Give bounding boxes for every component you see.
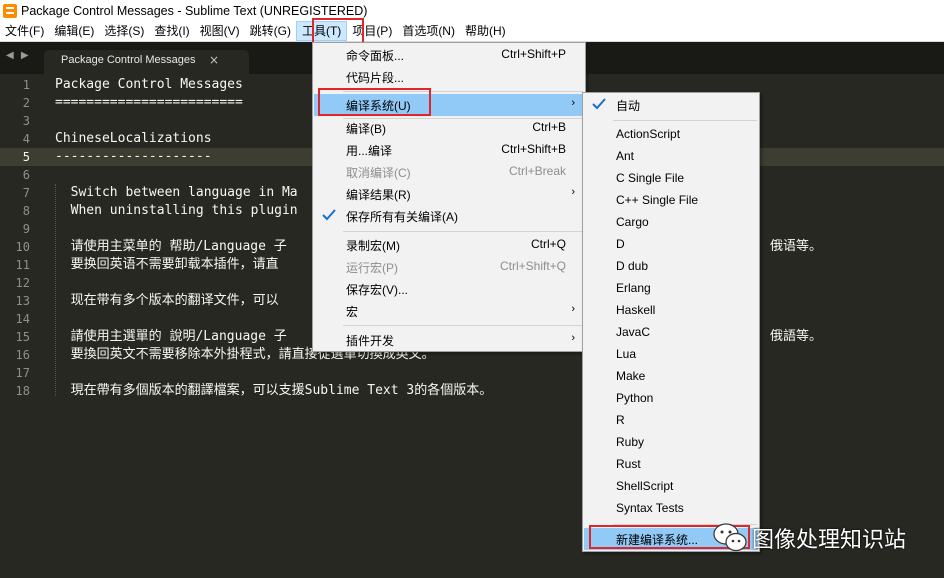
tab-close-icon[interactable]: × <box>209 53 219 67</box>
tab-label: Package Control Messages <box>61 54 196 66</box>
code-line: 要换回英语不需要卸载本插件，请直 <box>55 257 279 272</box>
line-number: 10 <box>15 240 30 254</box>
code-line: Package Control Messages <box>55 77 243 92</box>
build-item[interactable]: ActionScript <box>584 124 758 146</box>
line-number: 12 <box>15 276 30 290</box>
code-line: 請使用主選單的 說明/Language 子 <box>55 329 287 344</box>
code-line: 请使用主菜单的 帮助/Language 子 <box>55 239 287 254</box>
menu-separator <box>343 231 583 232</box>
menu-item-developer[interactable]: 插件开发 › <box>314 329 584 351</box>
menu-find[interactable]: 查找(I) <box>149 21 194 41</box>
build-item-automatic[interactable]: 自动 <box>584 94 758 116</box>
line-number: 4 <box>22 132 30 146</box>
build-item[interactable]: Ant <box>584 146 758 168</box>
build-item[interactable]: Ruby <box>584 432 758 454</box>
code-line: When uninstalling this plugin <box>55 203 298 218</box>
menu-selection[interactable]: 选择(S) <box>99 21 149 41</box>
menu-item-cancel-build: 取消编译(C) Ctrl+Break <box>346 164 566 180</box>
menu-view[interactable]: 视图(V) <box>195 21 245 41</box>
tools-menu: 命令面板... Ctrl+Shift+P 代码片段... 编译系统(U) › 编译(… <box>312 42 586 352</box>
menu-item-save-macro[interactable]: 保存宏(V)... <box>314 278 584 300</box>
line-number: 1 <box>22 78 30 92</box>
tab-package-control-messages[interactable]: Package Control Messages × <box>44 50 249 74</box>
build-item[interactable]: Cargo <box>584 212 758 234</box>
menu-item-record-macro[interactable]: 录制宏(M) Ctrl+Q <box>314 234 584 256</box>
build-item[interactable]: D <box>584 234 758 256</box>
menu-edit[interactable]: 编辑(E) <box>49 21 99 41</box>
build-system-submenu: 自动 ActionScript Ant C Single File C++ Si… <box>582 92 760 552</box>
tab-scroll-arrows-icon[interactable]: ◀ ▶ <box>6 50 31 61</box>
line-number: 13 <box>15 294 30 308</box>
build-item[interactable]: Erlang <box>584 278 758 300</box>
menu-project[interactable]: 项目(P) <box>347 21 397 41</box>
build-item[interactable]: Make <box>584 366 758 388</box>
line-number: 7 <box>22 186 30 200</box>
build-item[interactable]: Lua <box>584 344 758 366</box>
title-bar: Package Control Messages - Sublime Text … <box>0 0 944 21</box>
build-item[interactable]: C Single File <box>584 168 758 190</box>
line-number: 18 <box>15 384 30 398</box>
menu-item-build-system[interactable]: 编译系统(U) › <box>314 94 584 116</box>
submenu-arrow-icon: › <box>571 97 575 109</box>
line-number: 6 <box>22 168 30 182</box>
menu-item-build-results[interactable]: 编译结果(R) › <box>314 183 584 205</box>
wechat-logo-icon <box>713 523 747 552</box>
checkmark-icon <box>592 98 606 110</box>
code-line: -------------------- <box>55 149 212 164</box>
menu-help[interactable]: 帮助(H) <box>460 21 511 41</box>
line-number: 16 <box>15 348 30 362</box>
sublime-app-icon <box>3 3 17 18</box>
build-item[interactable]: Haskell <box>584 300 758 322</box>
line-number: 15 <box>15 330 30 344</box>
build-item[interactable]: D dub <box>584 256 758 278</box>
window-title: Package Control Messages - Sublime Text … <box>21 3 368 18</box>
menu-item-build[interactable]: 编译(B) Ctrl+B <box>314 117 584 139</box>
line-number: 9 <box>22 222 30 236</box>
menu-separator <box>613 120 757 121</box>
menu-goto[interactable]: 跳转(G) <box>245 21 296 41</box>
submenu-arrow-icon: › <box>571 332 575 344</box>
menu-item-playback-macro: 运行宏(P) Ctrl+Shift+Q <box>346 259 566 275</box>
menu-item-build-with[interactable]: 用...编译 Ctrl+Shift+B <box>314 139 584 161</box>
build-item[interactable]: JavaC <box>584 322 758 344</box>
menu-item-macros[interactable]: 宏 › <box>314 300 584 322</box>
menu-item-command-palette[interactable]: 命令面板... Ctrl+Shift+P <box>314 44 584 66</box>
line-number: 5 <box>22 150 30 164</box>
line-number: 3 <box>22 114 30 128</box>
line-number: 8 <box>22 204 30 218</box>
menu-item-snippets[interactable]: 代码片段... <box>314 66 584 88</box>
submenu-arrow-icon: › <box>571 303 575 315</box>
build-item[interactable]: ShellScript <box>584 476 758 498</box>
menu-separator <box>343 325 583 326</box>
code-line: 現在帶有多個版本的翻譯檔案，可以支援Sublime Text 3的各個版本。 <box>55 383 493 398</box>
line-number-gutter: 1 2 3 4 5 6 7 8 9 10 11 12 13 14 15 16 1… <box>0 74 40 578</box>
code-line: 现在带有多个版本的翻译文件，可以 <box>55 293 279 308</box>
submenu-arrow-icon: › <box>571 186 575 198</box>
build-item[interactable]: Rust <box>584 454 758 476</box>
watermark-text: 图像处理知识站 <box>752 528 907 553</box>
build-item[interactable]: R <box>584 410 758 432</box>
code-line: ======================== <box>55 95 243 110</box>
menu-separator <box>343 91 583 92</box>
line-number: 2 <box>22 96 30 110</box>
line-number: 14 <box>15 312 30 326</box>
watermark: 图像处理知识站 <box>712 520 906 556</box>
menu-file[interactable]: 文件(F) <box>0 21 49 41</box>
build-item[interactable]: Python <box>584 388 758 410</box>
build-item[interactable]: Syntax Tests <box>584 498 758 520</box>
line-number: 11 <box>15 258 30 272</box>
menu-bar: 文件(F) 编辑(E) 选择(S) 查找(I) 视图(V) 跳转(G) 工具(T… <box>0 21 944 42</box>
code-line-overflow: 俄語等。 <box>770 329 823 344</box>
code-line: Switch between language in Ma <box>55 185 298 200</box>
line-number: 17 <box>15 366 30 380</box>
code-line-overflow: 俄语等。 <box>770 239 823 254</box>
menu-preferences[interactable]: 首选项(N) <box>397 21 460 41</box>
build-item[interactable]: C++ Single File <box>584 190 758 212</box>
menu-tools[interactable]: 工具(T) <box>295 21 348 41</box>
menu-item-save-all-on-build[interactable]: 保存所有有关编译(A) <box>314 205 584 227</box>
code-line: ChineseLocalizations <box>55 131 212 146</box>
checkmark-icon <box>322 209 336 221</box>
